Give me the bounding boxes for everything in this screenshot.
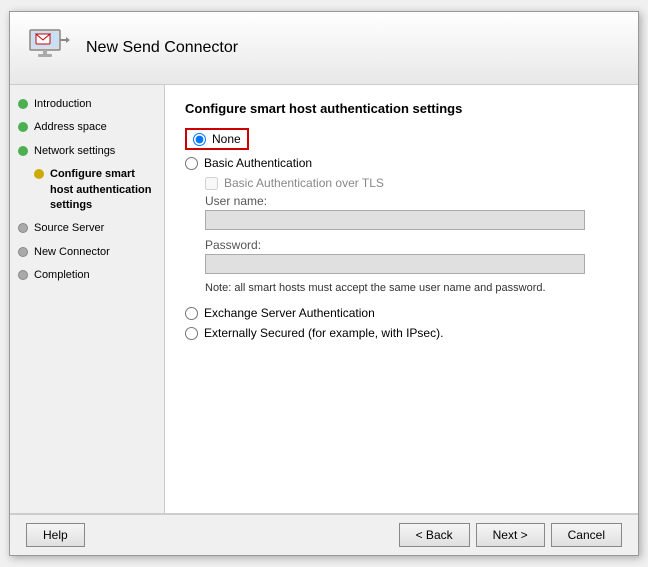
note-text: Note: all smart hosts must accept the sa… (205, 282, 618, 294)
send-connector-icon (26, 24, 74, 72)
exchange-auth-label: Exchange Server Authentication (204, 306, 375, 320)
footer-nav-buttons: < Back Next > Cancel (399, 523, 622, 547)
dot-completion (18, 270, 28, 280)
basic-auth-tls-option[interactable]: Basic Authentication over TLS (205, 176, 618, 190)
main-content: Configure smart host authentication sett… (165, 85, 638, 513)
sidebar-item-introduction[interactable]: Introduction (10, 93, 164, 116)
dot-address-space (18, 122, 28, 132)
password-input[interactable] (205, 254, 585, 274)
none-label: None (212, 132, 241, 146)
dot-introduction (18, 99, 28, 109)
exchange-auth-option[interactable]: Exchange Server Authentication (185, 306, 618, 320)
username-input[interactable] (205, 210, 585, 230)
dialog: New Send Connector Introduction Address … (9, 11, 639, 556)
none-option-wrapper[interactable]: None (185, 128, 249, 150)
radio-none[interactable] (193, 133, 206, 146)
basic-auth-tls-checkbox[interactable] (205, 177, 218, 190)
help-button[interactable]: Help (26, 523, 85, 547)
dialog-header: New Send Connector (10, 12, 638, 85)
dot-source-server (18, 223, 28, 233)
back-button[interactable]: < Back (399, 523, 470, 547)
sidebar-item-configure-smart-host[interactable]: Configure smart host authentication sett… (10, 163, 164, 217)
section-title: Configure smart host authentication sett… (185, 101, 618, 116)
dialog-title: New Send Connector (86, 39, 238, 57)
dialog-footer: Help < Back Next > Cancel (10, 514, 638, 555)
next-button[interactable]: Next > (476, 523, 545, 547)
sidebar-item-address-space[interactable]: Address space (10, 116, 164, 139)
sidebar-item-network-settings[interactable]: Network settings (10, 140, 164, 163)
basic-auth-option[interactable]: Basic Authentication (185, 156, 618, 170)
sidebar-item-completion[interactable]: Completion (10, 264, 164, 287)
cancel-button[interactable]: Cancel (551, 523, 622, 547)
dot-network-settings (18, 146, 28, 156)
radio-externally-secured[interactable] (185, 327, 198, 340)
username-group: User name: (205, 194, 618, 230)
basic-auth-tls-label: Basic Authentication over TLS (224, 176, 384, 190)
radio-basic-auth[interactable] (185, 157, 198, 170)
externally-secured-label: Externally Secured (for example, with IP… (204, 326, 443, 340)
dot-new-connector (18, 247, 28, 257)
dot-configure-smart-host (34, 169, 44, 179)
username-label: User name: (205, 194, 618, 208)
sidebar-item-new-connector[interactable]: New Connector (10, 241, 164, 264)
sidebar-item-source-server[interactable]: Source Server (10, 217, 164, 240)
password-label: Password: (205, 238, 618, 252)
basic-auth-label: Basic Authentication (204, 156, 312, 170)
dialog-body: Introduction Address space Network setti… (10, 85, 638, 513)
sidebar: Introduction Address space Network setti… (10, 85, 165, 513)
password-group: Password: (205, 238, 618, 274)
radio-exchange-auth[interactable] (185, 307, 198, 320)
externally-secured-option[interactable]: Externally Secured (for example, with IP… (185, 326, 618, 340)
